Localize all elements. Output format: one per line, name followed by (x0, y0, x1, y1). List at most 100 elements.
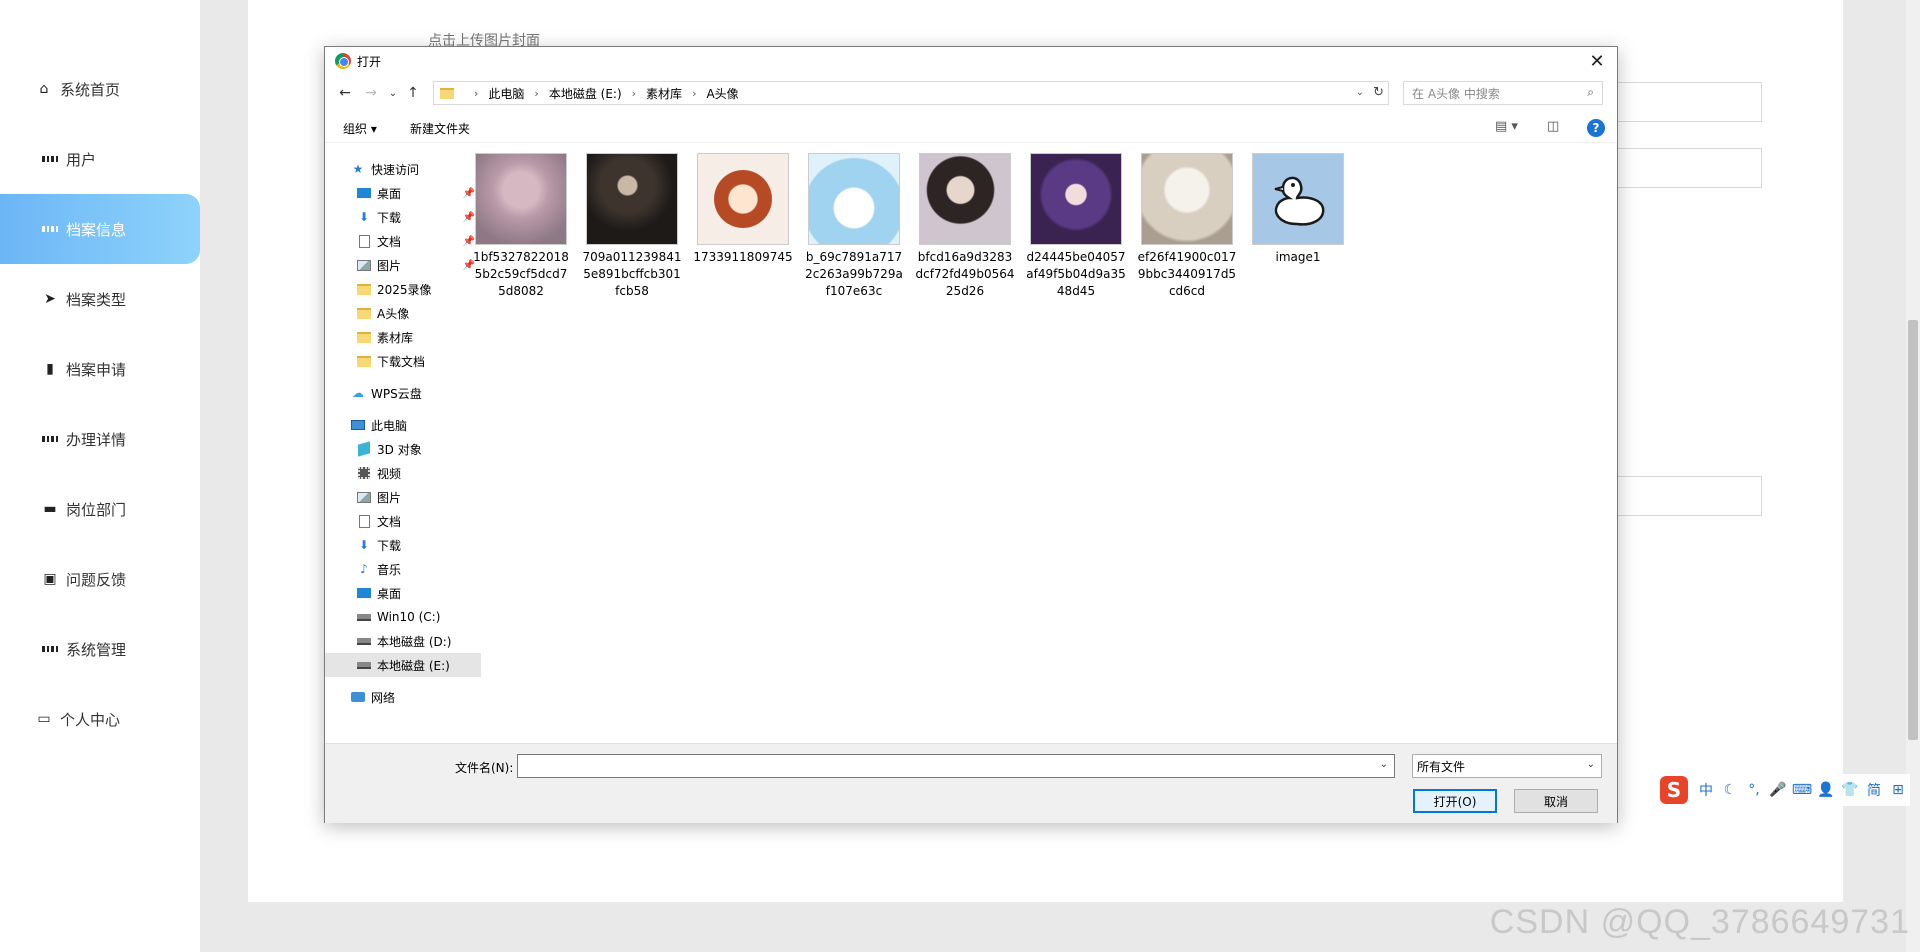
file-list: 1bf53278220185b2c59cf5dcd75d8082 709a011… (473, 153, 1605, 773)
nav-pc-pictures[interactable]: 图片 (325, 485, 481, 509)
chevron-right-icon: › (474, 86, 479, 100)
file-name: bfcd16a9d3283dcf72fd49b056425d26 (915, 250, 1015, 298)
chevron-down-icon[interactable]: ⌄ (1380, 759, 1388, 770)
form-input[interactable] (1610, 82, 1762, 122)
sidebar-item-archive-apply[interactable]: ▮ 档案申请 (0, 334, 200, 404)
nav-wps-cloud[interactable]: ☁ WPS云盘 (325, 381, 481, 405)
nav-drive-d[interactable]: 本地磁盘 (D:) (325, 629, 481, 653)
refresh-icon[interactable]: ↻ (1373, 85, 1384, 100)
recent-dropdown-icon[interactable]: ⌄ (383, 83, 403, 103)
ime-simplified[interactable]: 简 (1862, 780, 1886, 800)
navigation-pane: ★ 快速访问 桌面 📌 ⬇ 下载 📌 文档 📌 图片 📌 2025录像 A头像 … (325, 147, 481, 787)
user-icon[interactable]: 👤 (1814, 782, 1838, 798)
cancel-button[interactable]: 取消 (1514, 789, 1598, 813)
chevron-down-icon[interactable]: ⌄ (1356, 87, 1364, 98)
nav-folder-2025[interactable]: 2025录像 (325, 277, 481, 301)
sidebar-item-label: 档案申请 (66, 360, 127, 379)
form-input[interactable] (1610, 148, 1762, 188)
nav-drive-c[interactable]: Win10 (C:) (325, 605, 481, 629)
picture-icon (357, 491, 371, 503)
nav-drive-e[interactable]: 本地磁盘 (E:) (325, 653, 481, 677)
keyboard-icon[interactable]: ⌨ (1790, 782, 1814, 798)
new-folder-button[interactable]: 新建文件夹 (410, 120, 470, 137)
breadcrumb-drive-e[interactable]: 本地磁盘 (E:) (549, 85, 622, 102)
sidebar-item-department[interactable]: ▬ 岗位部门 (0, 474, 200, 544)
nav-label: 文档 (377, 234, 402, 249)
nav-pc-downloads[interactable]: ⬇ 下载 (325, 533, 481, 557)
apps-grid-icon[interactable]: ⊞ (1886, 782, 1910, 798)
open-button[interactable]: 打开(O) (1413, 789, 1497, 813)
search-icon[interactable]: ⌕ (1587, 85, 1594, 100)
organize-button[interactable]: 组织 ▾ (343, 120, 377, 137)
watermark: CSDN @QQ_3786649731 (1489, 903, 1910, 941)
back-icon[interactable]: ← (335, 83, 355, 103)
file-item[interactable]: bfcd16a9d3283dcf72fd49b056425d26 (916, 153, 1014, 300)
sidebar-item-users[interactable]: 用户 (0, 124, 200, 194)
nav-folder-material[interactable]: 素材库 (325, 325, 481, 349)
file-item[interactable]: 709a0112398415e891bcffcb301fcb58 (583, 153, 681, 300)
file-item[interactable]: d24445be04057af49f5b04d9a3548d45 (1026, 153, 1126, 300)
sidebar-item-label: 系统管理 (66, 640, 127, 659)
file-name: ef26f41900c0179bbc3440917d5cd6cd (1137, 250, 1237, 298)
nav-network[interactable]: 网络 (325, 685, 481, 709)
drive-icon (357, 637, 371, 645)
address-bar[interactable]: › 此电脑 › 本地磁盘 (E:) › 素材库 › A头像 ⌄ ↻ (433, 81, 1389, 105)
nav-videos[interactable]: 视频 (325, 461, 481, 485)
sidebar-item-system[interactable]: 系统管理 (0, 614, 200, 684)
close-icon[interactable]: ✕ (1583, 49, 1611, 73)
sidebar-item-archive-type[interactable]: ➤ 档案类型 (0, 264, 200, 334)
nav-label: A头像 (377, 306, 410, 321)
up-icon[interactable]: ↑ (403, 83, 423, 103)
cloud-icon: ☁ (352, 386, 364, 400)
breadcrumb-avatar[interactable]: A头像 (706, 85, 738, 102)
page-scrollbar-thumb[interactable] (1908, 320, 1918, 740)
breadcrumb-material[interactable]: 素材库 (646, 85, 682, 102)
preview-pane-icon[interactable]: ◫ (1547, 119, 1559, 134)
nav-downloads[interactable]: ⬇ 下载 📌 (325, 205, 481, 229)
nav-music[interactable]: ♪ 音乐 (325, 557, 481, 581)
sidebar-item-home[interactable]: ⌂ 系统首页 (0, 54, 200, 124)
file-item[interactable]: 1bf53278220185b2c59cf5dcd75d8082 (473, 153, 569, 300)
microphone-icon[interactable]: 🎤 (1766, 782, 1790, 798)
nav-pc-documents[interactable]: 文档 (325, 509, 481, 533)
view-options-icon[interactable]: ▤ ▾ (1495, 119, 1518, 134)
file-item[interactable]: 1733911809745 (693, 153, 793, 266)
dialog-toolbar: 组织 ▾ 新建文件夹 ▤ ▾ ◫ ? (325, 113, 1617, 143)
shirt-icon[interactable]: 👕 (1838, 782, 1862, 798)
file-name: image1 (1275, 250, 1321, 264)
nav-label: 本地磁盘 (D:) (377, 634, 452, 649)
nav-desktop[interactable]: 桌面 📌 (325, 181, 481, 205)
forward-icon[interactable]: → (361, 83, 381, 103)
nav-label: 此电脑 (371, 418, 408, 433)
form-input[interactable] (1610, 476, 1762, 516)
file-item[interactable]: ef26f41900c0179bbc3440917d5cd6cd (1138, 153, 1236, 300)
sidebar-item-archive-info[interactable]: 档案信息 (0, 194, 200, 264)
breadcrumb-this-pc[interactable]: 此电脑 (488, 85, 524, 102)
ime-chinese-mode[interactable]: 中 (1694, 780, 1718, 800)
app-sidebar: ⌂ 系统首页 用户 档案信息 ➤ 档案类型 ▮ 档案申请 办理详情 ▬ 岗位部门… (0, 0, 200, 952)
chevron-right-icon: › (534, 86, 539, 100)
nav-documents[interactable]: 文档 📌 (325, 229, 481, 253)
sidebar-item-process-detail[interactable]: 办理详情 (0, 404, 200, 474)
nav-label: 桌面 (377, 186, 402, 201)
nav-pictures[interactable]: 图片 📌 (325, 253, 481, 277)
filetype-select[interactable]: 所有文件 ⌄ (1412, 754, 1602, 778)
file-item[interactable]: b_69c7891a7172c263a99b729af107e63c (805, 153, 903, 300)
sogou-logo-icon[interactable]: S (1660, 776, 1688, 804)
nav-pc-desktop[interactable]: 桌面 (325, 581, 481, 605)
file-thumbnail (919, 153, 1011, 245)
search-input[interactable]: 在 A头像 中搜索 ⌕ (1403, 81, 1603, 105)
pin-icon: 📌 (462, 187, 475, 199)
moon-icon[interactable]: ☾ (1718, 782, 1742, 798)
file-item[interactable]: image1 (1252, 153, 1344, 266)
nav-folder-download-docs[interactable]: 下载文档 (325, 349, 481, 373)
sidebar-item-feedback[interactable]: ▣ 问题反馈 (0, 544, 200, 614)
nav-folder-avatar[interactable]: A头像 (325, 301, 481, 325)
help-icon[interactable]: ? (1587, 119, 1605, 137)
nav-quick-access[interactable]: ★ 快速访问 (325, 157, 481, 181)
punctuation-icon[interactable]: °, (1742, 782, 1766, 798)
sidebar-item-profile[interactable]: ▭ 个人中心 (0, 684, 200, 754)
nav-this-pc[interactable]: 此电脑 (325, 413, 481, 437)
nav-3d-objects[interactable]: 3D 对象 (325, 437, 481, 461)
filename-input[interactable]: ⌄ (517, 754, 1395, 778)
